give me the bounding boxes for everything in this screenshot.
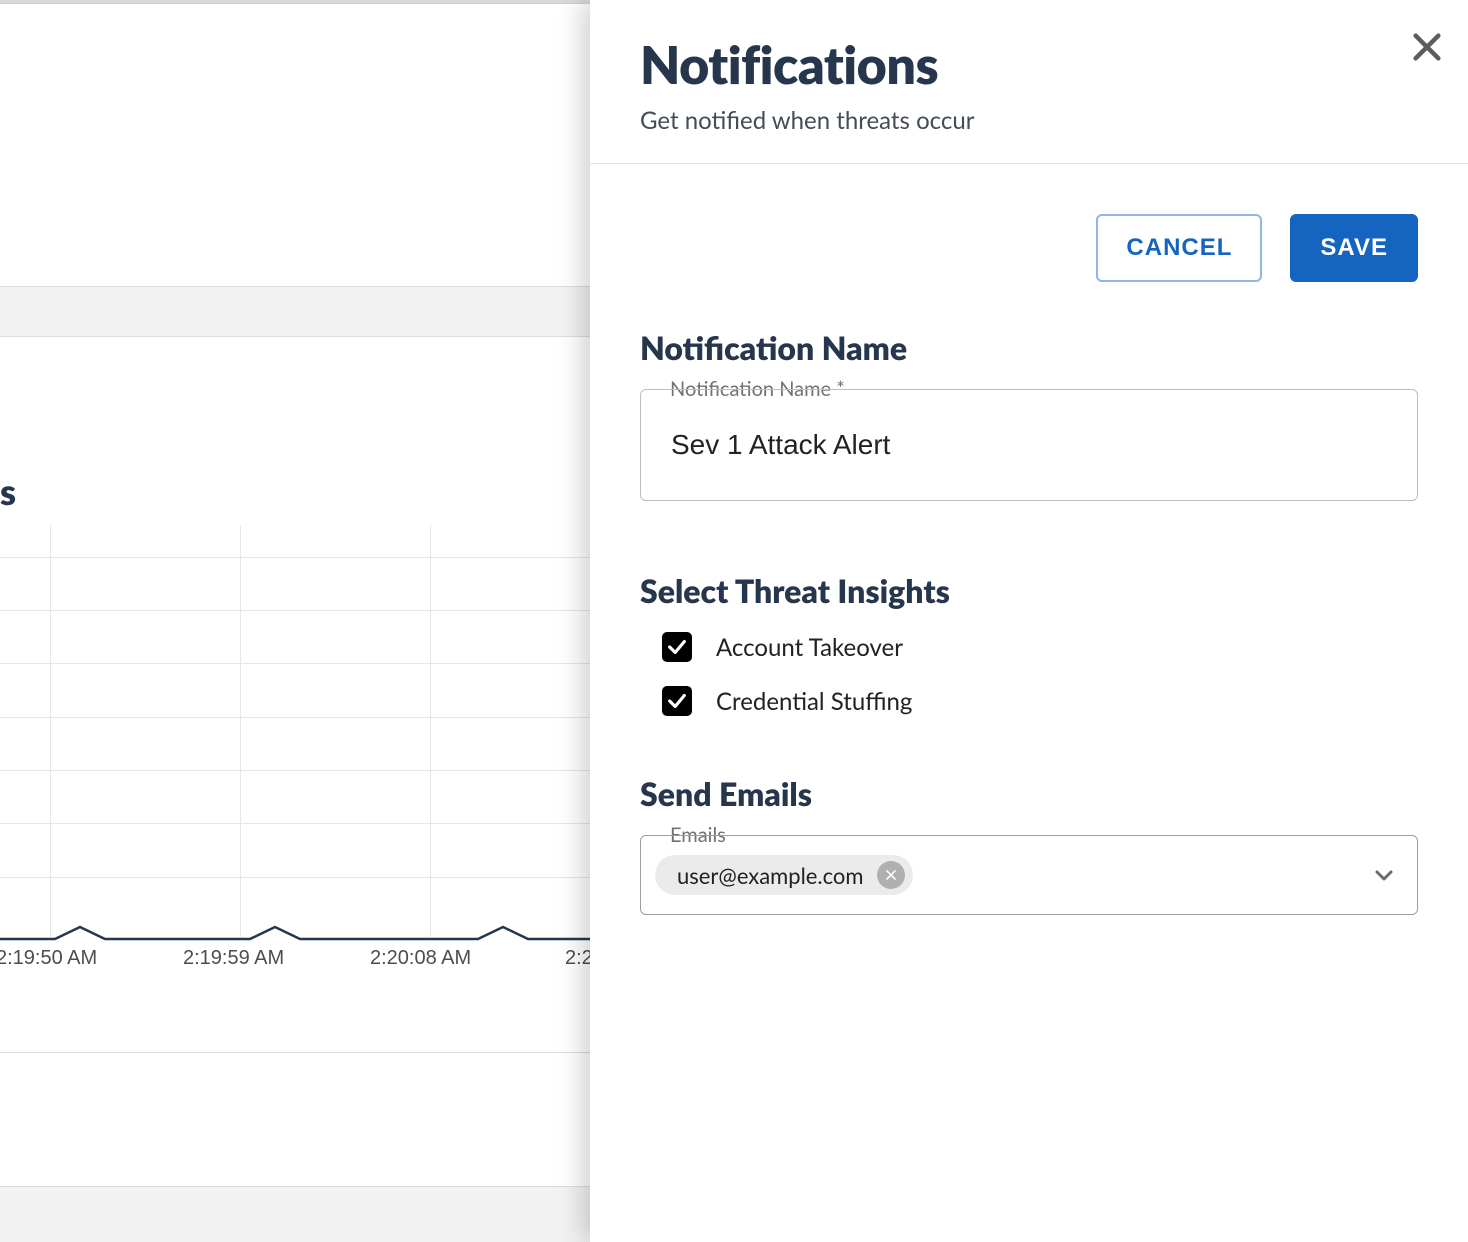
emails-field[interactable]: Emails user@example.com	[640, 835, 1418, 915]
section-heading-name: Notification Name	[640, 328, 1418, 367]
checkbox-account-takeover[interactable]	[662, 632, 692, 662]
drawer-body: CANCEL SAVE Notification Name Notificati…	[590, 164, 1468, 915]
checkbox-row-credential-stuffing: Credential Stuffing	[662, 686, 1418, 716]
drawer-title: Notifications	[640, 34, 1418, 96]
section-heading-emails: Send Emails	[640, 774, 1418, 813]
email-chip-text: user@example.com	[677, 862, 863, 889]
section-heading-threats: Select Threat Insights	[640, 571, 1418, 610]
bg-grid: 2:19:50 AM 2:19:59 AM 2:20:08 AM 2:2	[0, 337, 593, 1052]
checkbox-credential-stuffing[interactable]	[662, 686, 692, 716]
cancel-button[interactable]: CANCEL	[1096, 214, 1262, 282]
save-button[interactable]: SAVE	[1290, 214, 1418, 282]
bg-divider	[0, 1052, 593, 1053]
bg-footer-band	[0, 1186, 593, 1242]
notification-name-field[interactable]: Notification Name *	[640, 389, 1418, 501]
action-buttons: CANCEL SAVE	[640, 214, 1418, 282]
checkbox-label: Account Takeover	[716, 633, 903, 662]
x-axis-tick: 2:19:59 AM	[183, 947, 284, 970]
drawer-subtitle: Get notified when threats occur	[640, 106, 1418, 135]
email-chip: user@example.com	[655, 855, 913, 895]
checkbox-row-account-takeover: Account Takeover	[662, 632, 1418, 662]
notification-name-input[interactable]	[669, 428, 1389, 462]
drawer-header: Notifications Get notified when threats …	[590, 0, 1468, 164]
bg-header-band	[0, 286, 593, 337]
chevron-down-icon[interactable]	[1361, 852, 1407, 898]
x-axis-tick: 2:2	[565, 947, 593, 970]
remove-chip-icon[interactable]	[877, 861, 905, 889]
notifications-drawer: Notifications Get notified when threats …	[590, 0, 1468, 1242]
x-axis-tick: 2:20:08 AM	[370, 947, 471, 970]
threat-checkboxes: Account Takeover Credential Stuffing	[662, 632, 1418, 716]
checkbox-label: Credential Stuffing	[716, 687, 912, 716]
bg-strip	[0, 0, 593, 4]
x-axis-tick: 2:19:50 AM	[0, 947, 97, 970]
